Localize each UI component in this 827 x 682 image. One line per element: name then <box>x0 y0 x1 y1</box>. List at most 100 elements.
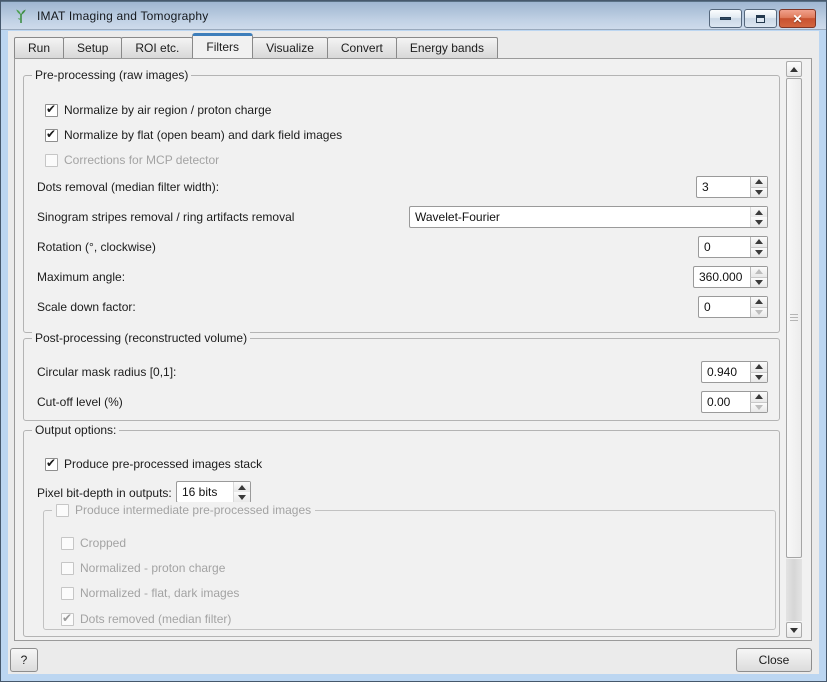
checkbox-indicator <box>56 504 69 517</box>
checkbox-indicator <box>61 537 74 550</box>
spin-down-button <box>750 402 767 413</box>
checkbox-label: Normalize by flat (open beam) and dark f… <box>64 128 342 142</box>
spin-up-button[interactable] <box>750 177 767 187</box>
group-title: Post-processing (reconstructed volume) <box>32 331 250 345</box>
circular-mask-label: Circular mask radius [0,1]: <box>37 365 176 379</box>
arrow-down-icon <box>790 628 798 633</box>
spin-up-button[interactable] <box>750 362 767 372</box>
window-controls: ✕ <box>709 9 816 28</box>
scale-down-spinbox[interactable]: 0 <box>698 296 768 318</box>
group-title: Pre-processing (raw images) <box>32 68 191 82</box>
checkbox-indicator[interactable] <box>45 104 58 117</box>
spinbox-value: 360.000 <box>694 267 750 287</box>
dialog-client-area: Run Setup ROI etc. Filters Visualize Con… <box>8 31 819 674</box>
checkbox-cropped: Cropped <box>61 535 126 551</box>
group-title: Output options: <box>32 423 119 437</box>
checkbox-produce-intermediate: Produce intermediate pre-processed image… <box>52 502 315 518</box>
checkbox-dots-removed: Dots removed (median filter) <box>61 611 231 627</box>
checkbox-label: Corrections for MCP detector <box>64 153 219 167</box>
maximum-angle-spinbox[interactable]: 360.000 <box>693 266 768 288</box>
dialog-window: IMAT Imaging and Tomography ✕ Run Setup … <box>0 0 827 682</box>
close-window-button[interactable]: ✕ <box>779 9 816 28</box>
rotation-spinbox[interactable]: 0 <box>698 236 768 258</box>
spinbox-value: 0 <box>699 237 750 257</box>
checkbox-normalize-flat-dark[interactable]: Normalize by flat (open beam) and dark f… <box>45 127 342 143</box>
dots-removal-label: Dots removal (median filter width): <box>37 180 219 194</box>
checkbox-produce-stack[interactable]: Produce pre-processed images stack <box>45 456 262 472</box>
spinbox-value: 0 <box>699 297 750 317</box>
sinogram-stripes-label: Sinogram stripes removal / ring artifact… <box>37 210 294 224</box>
tab-visualize[interactable]: Visualize <box>252 37 328 58</box>
spin-up-button[interactable] <box>750 392 767 402</box>
scrollbar-grip-icon <box>790 314 798 323</box>
bitdepth-combobox[interactable]: 16 bits <box>176 481 251 503</box>
checkbox-label: Dots removed (median filter) <box>80 612 231 626</box>
dots-removal-spinbox[interactable]: 3 <box>696 176 768 198</box>
checkbox-indicator <box>45 154 58 167</box>
checkbox-normalized-proton: Normalized - proton charge <box>61 560 225 576</box>
checkbox-indicator <box>61 587 74 600</box>
group-post-processing: Post-processing (reconstructed volume) <box>23 338 780 421</box>
checkbox-normalize-air-region[interactable]: Normalize by air region / proton charge <box>45 102 271 118</box>
maximize-button[interactable] <box>744 9 777 28</box>
sinogram-method-combobox[interactable]: Wavelet-Fourier <box>409 206 768 228</box>
checkbox-normalized-flat-dark: Normalized - flat, dark images <box>61 585 239 601</box>
checkbox-label: Produce intermediate pre-processed image… <box>75 503 311 517</box>
combo-down-arrow[interactable] <box>234 492 250 502</box>
scrollbar-track[interactable] <box>786 559 802 621</box>
checkbox-label: Produce pre-processed images stack <box>64 457 262 471</box>
minimize-button[interactable] <box>709 9 742 28</box>
bitdepth-label: Pixel bit-depth in outputs: <box>37 486 172 500</box>
window-title: IMAT Imaging and Tomography <box>37 9 209 23</box>
arrow-up-icon <box>790 67 798 72</box>
tab-convert[interactable]: Convert <box>327 37 397 58</box>
spin-up-button[interactable] <box>750 297 767 307</box>
spin-down-button[interactable] <box>750 187 767 198</box>
cutoff-level-label: Cut-off level (%) <box>37 395 123 409</box>
tab-energy-bands[interactable]: Energy bands <box>396 37 498 58</box>
checkbox-label: Normalized - flat, dark images <box>80 586 239 600</box>
scale-down-label: Scale down factor: <box>37 300 136 314</box>
spinbox-value: 3 <box>697 177 750 197</box>
spinbox-value: 0.00 <box>702 392 750 412</box>
combo-down-arrow[interactable] <box>751 217 767 227</box>
scrollbar-down-button[interactable] <box>786 622 802 638</box>
maximize-icon <box>756 15 765 23</box>
combo-up-arrow[interactable] <box>234 482 250 492</box>
minimize-icon <box>720 17 731 20</box>
checkbox-label: Normalize by air region / proton charge <box>64 103 271 117</box>
spin-up-button <box>750 267 767 277</box>
tab-filters[interactable]: Filters <box>192 33 253 58</box>
close-button[interactable]: Close <box>736 648 812 672</box>
scrollbar-thumb[interactable] <box>786 78 802 558</box>
tab-run[interactable]: Run <box>14 37 64 58</box>
combo-up-arrow[interactable] <box>751 207 767 217</box>
spin-down-button <box>750 307 767 318</box>
spin-down-button[interactable] <box>750 277 767 288</box>
checkbox-label: Cropped <box>80 536 126 550</box>
checkbox-indicator <box>61 562 74 575</box>
cutoff-level-spinbox[interactable]: 0.00 <box>701 391 768 413</box>
tab-bar: Run Setup ROI etc. Filters Visualize Con… <box>14 37 497 58</box>
combobox-value: 16 bits <box>177 482 233 502</box>
spin-down-button[interactable] <box>750 372 767 383</box>
checkbox-corrections-mcp: Corrections for MCP detector <box>45 152 219 168</box>
close-icon: ✕ <box>792 13 802 25</box>
tab-roi-etc[interactable]: ROI etc. <box>121 37 193 58</box>
filters-tab-pane: Pre-processing (raw images) Normalize by… <box>14 58 812 641</box>
checkbox-label: Normalized - proton charge <box>80 561 225 575</box>
checkbox-indicator[interactable] <box>45 458 58 471</box>
help-button[interactable]: ? <box>10 648 38 672</box>
maximum-angle-label: Maximum angle: <box>37 270 125 284</box>
vertical-scrollbar[interactable] <box>786 61 802 638</box>
circular-mask-spinbox[interactable]: 0.940 <box>701 361 768 383</box>
checkbox-indicator[interactable] <box>45 129 58 142</box>
title-bar[interactable]: IMAT Imaging and Tomography ✕ <box>1 1 826 30</box>
checkbox-indicator <box>61 613 74 626</box>
spin-down-button[interactable] <box>750 247 767 258</box>
scrollbar-up-button[interactable] <box>786 61 802 77</box>
spinbox-value: 0.940 <box>702 362 750 382</box>
tab-setup[interactable]: Setup <box>63 37 122 58</box>
combobox-value: Wavelet-Fourier <box>410 207 750 227</box>
spin-up-button[interactable] <box>750 237 767 247</box>
